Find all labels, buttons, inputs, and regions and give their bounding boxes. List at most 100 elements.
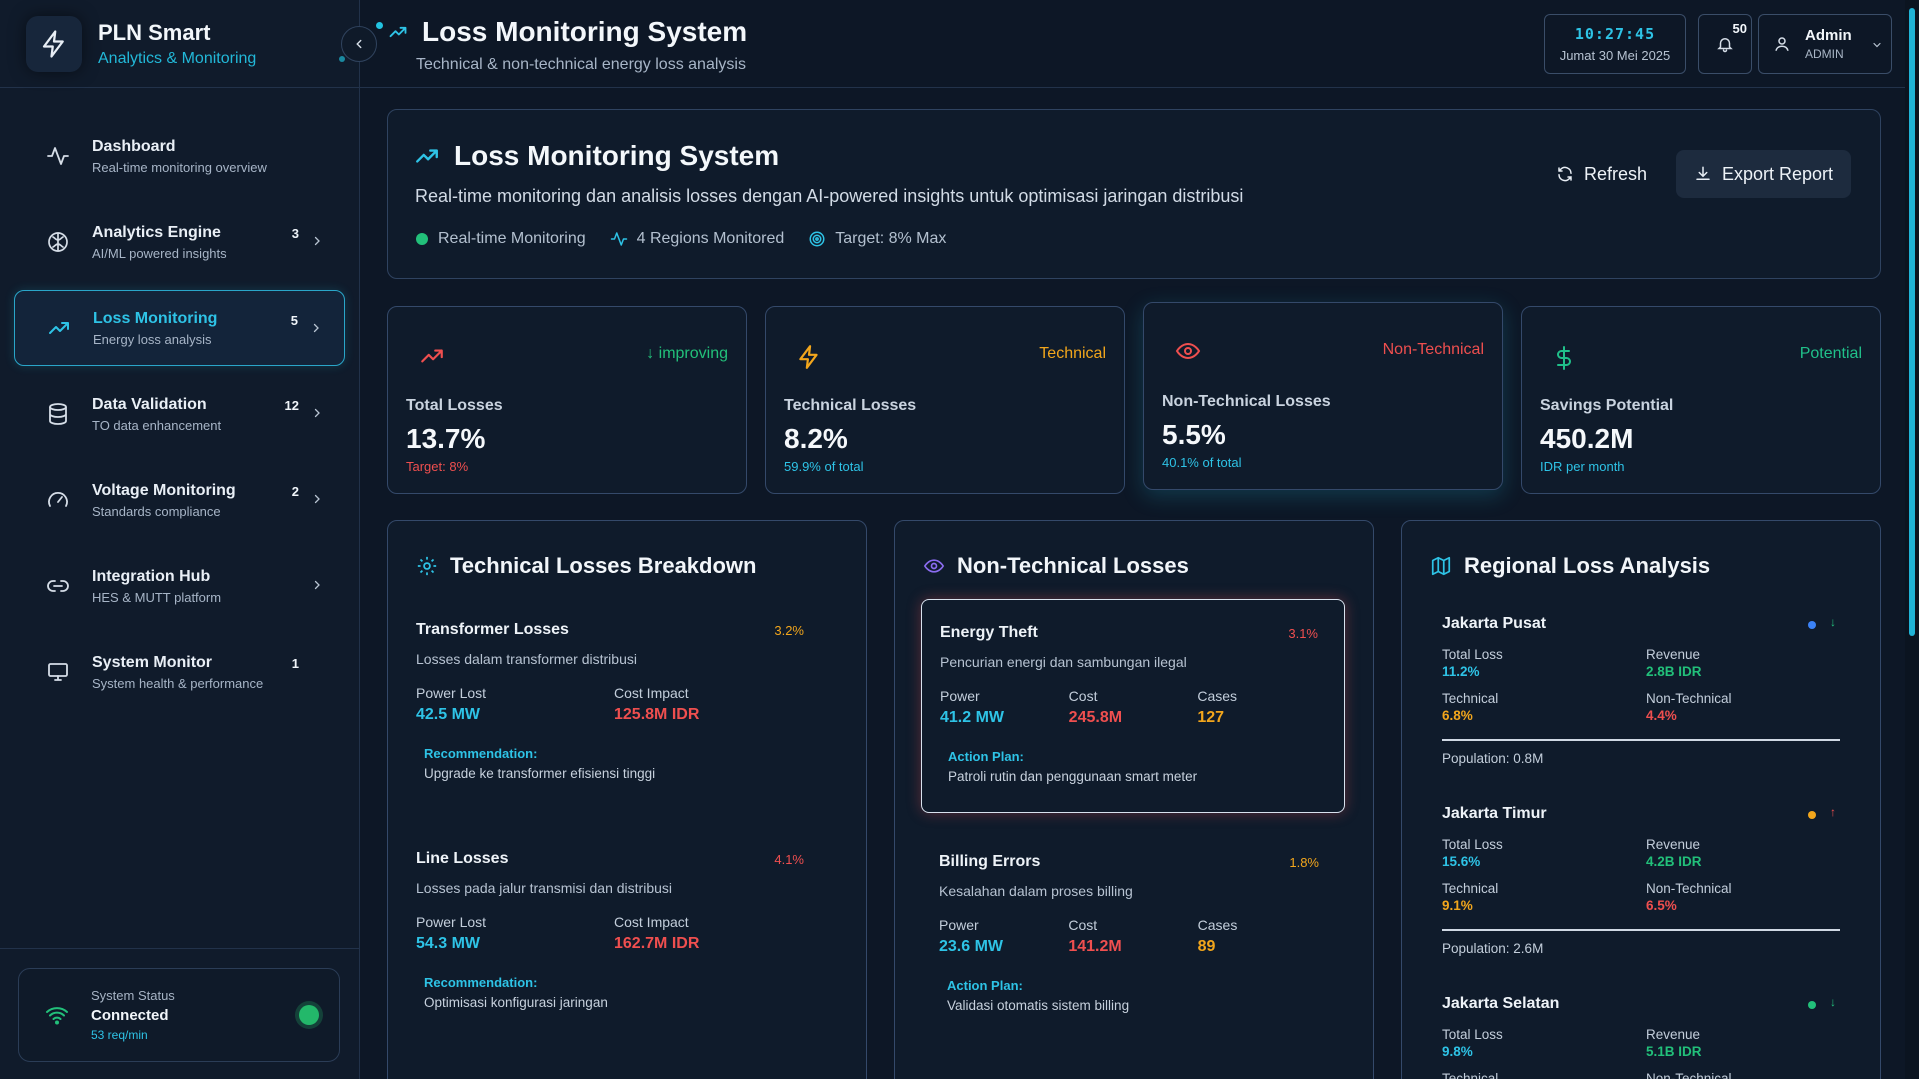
sidebar-item-sub: HES & MUTT platform: [92, 589, 222, 605]
kpi-value: 450.2M: [1540, 423, 1634, 454]
sidebar-item-dashboard[interactable]: Dashboard Real-time monitoring overview: [14, 118, 345, 194]
action-plan-text: Validasi otomatis sistem billing: [947, 998, 1130, 1013]
metric-label: Revenue: [1646, 837, 1701, 852]
chevron-down-icon: [1871, 39, 1883, 51]
sidebar-item-system-monitor[interactable]: System Monitor System health & performan…: [14, 634, 345, 710]
stat-label: Cost: [1068, 917, 1098, 933]
metric-label: Revenue: [1646, 1027, 1701, 1042]
metric-value: 5.1B IDR: [1646, 1044, 1702, 1059]
hero-title: Loss Monitoring System: [454, 140, 780, 171]
loss-percent: 1.8%: [1289, 855, 1319, 870]
recommendation-label: Recommendation:: [424, 975, 538, 990]
region-population: Population: 0.8M: [1442, 751, 1544, 766]
stat-label: Cost: [1068, 688, 1098, 704]
trending-up-icon: [45, 314, 73, 342]
export-report-button[interactable]: Export Report: [1676, 150, 1852, 198]
status-indicator: [299, 1005, 319, 1025]
loss-description: Losses pada jalur transmisi dan distribu…: [416, 880, 673, 896]
sidebar-item-integration-hub[interactable]: Integration Hub HES & MUTT platform: [14, 548, 345, 624]
divider: [1442, 739, 1840, 741]
badge-count: 3: [291, 226, 299, 241]
kpi-nontechnical-losses: Non-Technical Non-Technical Losses 5.5% …: [1143, 302, 1503, 490]
metric-label: Total Loss: [1442, 647, 1503, 662]
sidebar-item-voltage-monitoring[interactable]: Voltage Monitoring Standards compliance …: [14, 462, 345, 538]
user-menu-button[interactable]: Admin ADMIN: [1758, 14, 1892, 74]
status-value: Connected: [91, 1007, 169, 1024]
loss-item-line: Line Losses 4.1% Losses pada jalur trans…: [416, 850, 840, 1010]
kpi-label: Savings Potential: [1540, 397, 1674, 414]
wifi-icon: [45, 1003, 69, 1027]
live-dot-icon: [415, 232, 429, 246]
sidebar-item-label: Data Validation: [92, 395, 207, 413]
kpi-savings-potential: Potential Savings Potential 450.2M IDR p…: [1521, 306, 1881, 494]
sidebar-item-data-validation[interactable]: Data Validation TO data enhancement 12: [14, 376, 345, 452]
stat-label: Power Lost: [416, 685, 487, 701]
stat-label: Cases: [1197, 917, 1238, 933]
region-trend: ↓: [1830, 995, 1836, 1009]
loss-percent: 3.2%: [774, 623, 804, 638]
kpi-note: 59.9% of total: [784, 459, 864, 474]
scrollbar[interactable]: [1905, 0, 1919, 1079]
refresh-button[interactable]: Refresh: [1540, 152, 1663, 196]
stat-label: Power: [940, 688, 980, 704]
trending-up-icon: [418, 343, 446, 369]
sidebar-item-sub: AI/ML powered insights: [92, 245, 227, 261]
region-jakarta-pusat[interactable]: Jakarta Pusat ↓ Total Loss 11.2% Revenue 2…: [1442, 615, 1840, 766]
gear-icon: [416, 555, 450, 577]
lightning-logo-icon: [26, 15, 82, 72]
metric-label: Non-Technical: [1646, 691, 1732, 706]
trending-up-icon: [388, 22, 422, 42]
user-icon: [1773, 35, 1791, 53]
page-subtitle: Technical & non-technical energy loss an…: [416, 56, 746, 73]
region-name: Jakarta Selatan: [1442, 995, 1560, 1012]
chevron-right-icon: [311, 234, 323, 248]
kpi-tag: Potential: [1799, 345, 1862, 362]
kpi-value: 13.7%: [406, 423, 486, 454]
user-role: ADMIN: [1805, 47, 1844, 61]
indicator-dot: [339, 56, 345, 62]
notifications-button[interactable]: 50: [1698, 14, 1752, 74]
eye-icon: [1174, 339, 1202, 363]
activity-icon: [610, 230, 628, 248]
action-plan-text: Patroli rutin dan penggunaan smart meter: [948, 769, 1198, 784]
chevron-right-icon: [311, 578, 323, 592]
kpi-value: 5.5%: [1162, 419, 1226, 450]
metric-value: 4.4%: [1646, 708, 1677, 723]
region-jakarta-selatan[interactable]: Jakarta Selatan ↓ Total Loss 9.8% Revenue…: [1442, 995, 1840, 1079]
bell-icon: [1716, 35, 1734, 53]
stat-label: Power: [939, 917, 979, 933]
badge-count: 5: [290, 313, 298, 328]
kpi-note: Target: 8%: [406, 459, 469, 474]
metric-value: 9.1%: [1442, 898, 1473, 913]
loss-item-energy-theft[interactable]: Energy Theft 3.1% Pencurian energi dan s…: [921, 599, 1345, 813]
top-header: Loss Monitoring System Technical & non-t…: [360, 0, 1905, 88]
region-status-dot: [1808, 1001, 1816, 1009]
kpi-tag: Non-Technical: [1382, 341, 1484, 358]
hero-tag: Real-time Monitoring: [438, 230, 586, 247]
sidebar-item-sub: Standards compliance: [92, 503, 221, 519]
loss-item-transformer: Transformer Losses 3.2% Losses dalam tra…: [416, 621, 840, 781]
metric-label: Technical: [1442, 691, 1499, 706]
sidebar-item-analytics-engine[interactable]: Analytics Engine AI/ML powered insights …: [14, 204, 345, 280]
sidebar-item-label: Loss Monitoring: [93, 309, 218, 327]
hero-tags: Real-time Monitoring 4 Regions Monitored…: [415, 230, 970, 248]
loss-name: Energy Theft: [940, 624, 1038, 641]
sidebar-item-sub: TO data enhancement: [92, 417, 222, 433]
action-plan-label: Action Plan:: [948, 749, 1024, 764]
chevron-right-icon: [311, 492, 323, 506]
divider: [1442, 929, 1840, 931]
loss-description: Pencurian energi dan sambungan ilegal: [940, 654, 1187, 670]
sidebar-item-loss-monitoring[interactable]: Loss Monitoring Energy loss analysis 5: [14, 290, 345, 366]
brand-subtitle: Analytics & Monitoring: [98, 49, 257, 67]
region-name: Jakarta Pusat: [1442, 615, 1547, 632]
loss-name: Billing Errors: [939, 853, 1041, 870]
status-rate: 53 req/min: [91, 1028, 148, 1042]
region-jakarta-timur[interactable]: Jakarta Timur ↑ Total Loss 15.6% Revenue 4…: [1442, 805, 1840, 956]
sidebar-item-label: Dashboard: [92, 137, 176, 155]
collapse-sidebar-button[interactable]: [341, 26, 377, 62]
metric-value: 6.8%: [1442, 708, 1473, 723]
loss-description: Kesalahan dalam proses billing: [939, 883, 1133, 899]
scrollbar-thumb[interactable]: [1909, 8, 1915, 636]
sidebar-item-label: System Monitor: [92, 653, 213, 671]
loss-item-billing-errors[interactable]: Billing Errors 1.8% Kesalahan dalam pros…: [921, 829, 1345, 1049]
